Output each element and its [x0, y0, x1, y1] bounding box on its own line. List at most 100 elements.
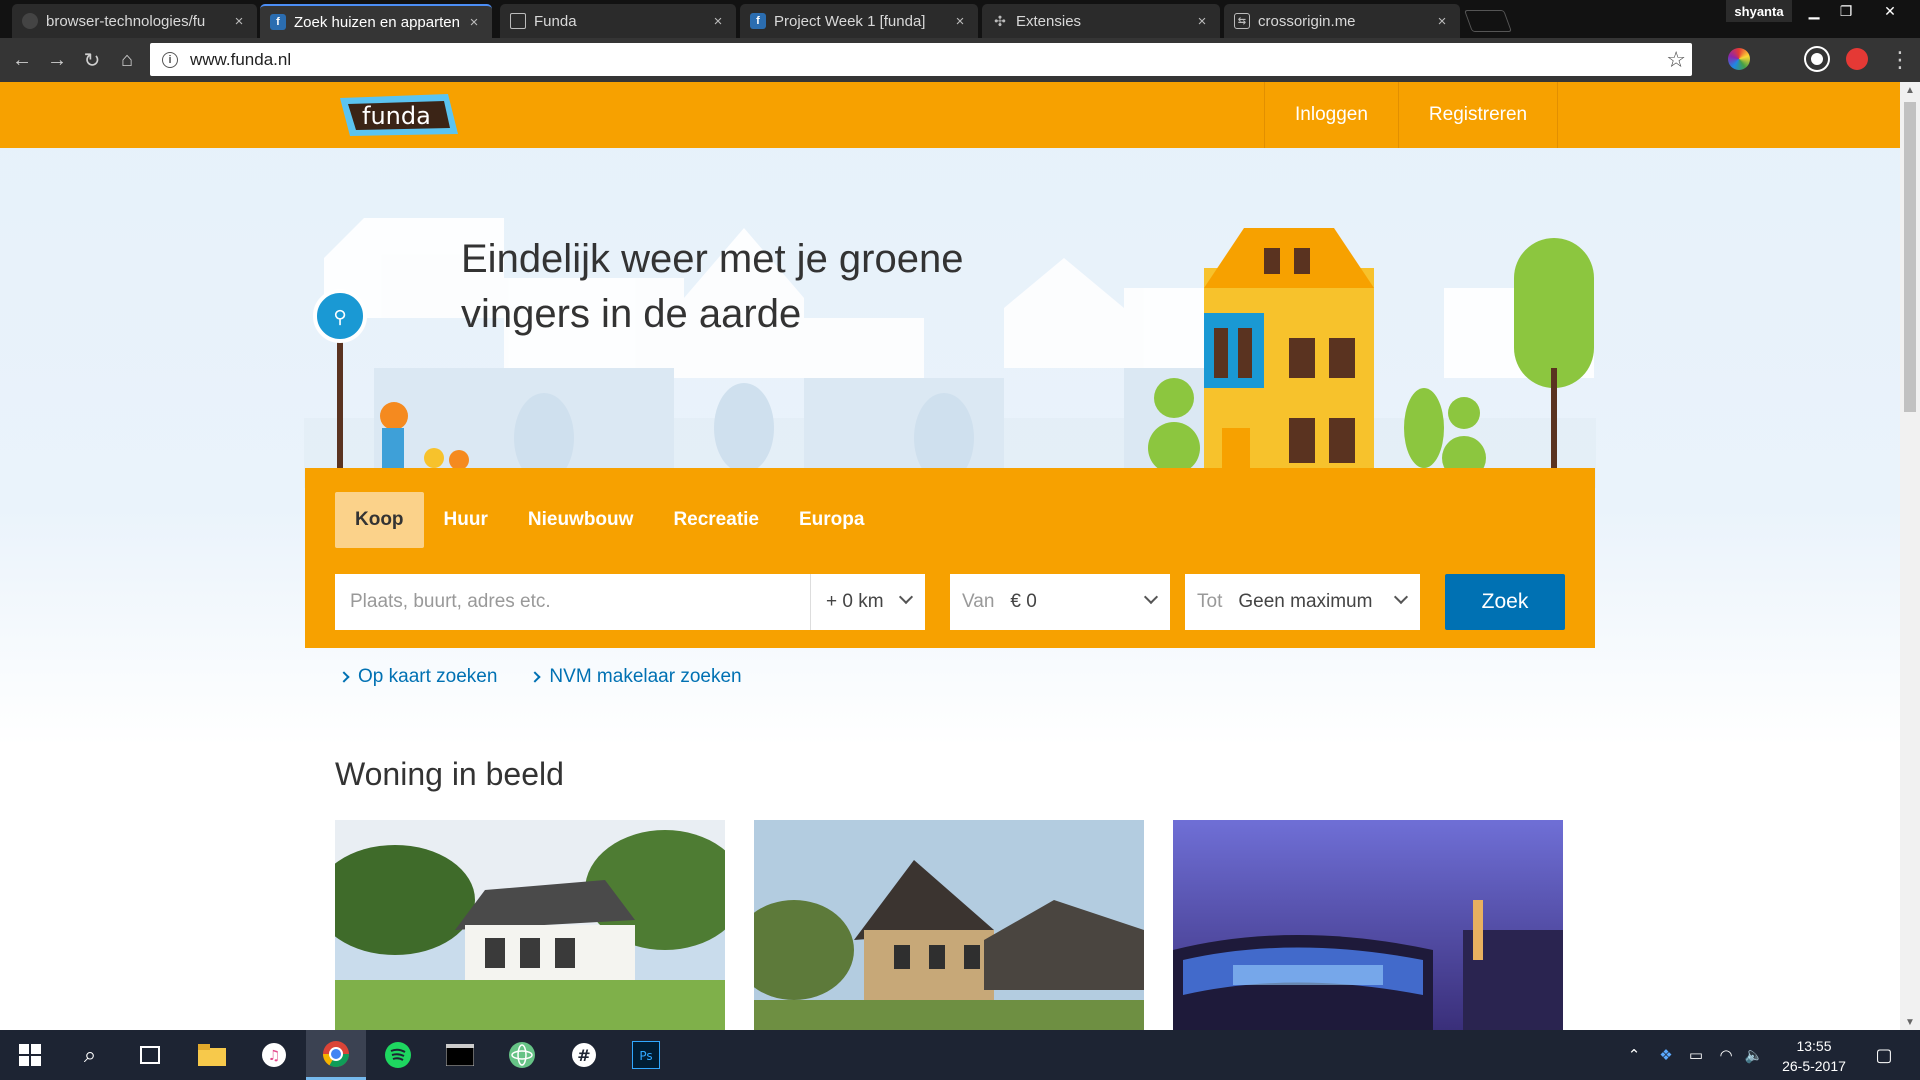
search-row: + 0 km Van € 0 Tot Geen maximum Zoek: [335, 574, 1565, 630]
browser-tab[interactable]: ⇆ crossorigin.me ×: [1224, 4, 1460, 38]
map-search-link[interactable]: Op kaart zoeken: [338, 666, 497, 688]
restore-icon[interactable]: ❐: [1832, 0, 1860, 22]
section-title: Woning in beeld: [335, 756, 564, 792]
close-icon[interactable]: ×: [466, 14, 482, 31]
tab-koop[interactable]: Koop: [335, 492, 424, 548]
svg-text:♫: ♫: [268, 1048, 281, 1064]
property-photo-card[interactable]: [335, 820, 725, 1030]
adblock-extension-icon[interactable]: [1846, 48, 1868, 70]
battery-icon[interactable]: ▭: [1682, 1030, 1710, 1080]
task-view-icon[interactable]: [120, 1030, 180, 1080]
color-picker-extension-icon[interactable]: [1728, 48, 1750, 70]
apartment-photo: [1173, 820, 1563, 1030]
wifi-icon[interactable]: ◠: [1712, 1030, 1740, 1080]
price-to-label: Tot: [1197, 591, 1223, 612]
browser-tab-strip: browser-technologies/fu × f Zoek huizen …: [0, 0, 1920, 38]
forward-arrow-icon[interactable]: →: [43, 46, 71, 74]
house-photo: [335, 820, 725, 1030]
scrollbar-thumb[interactable]: [1904, 102, 1916, 412]
windows-start-icon[interactable]: [0, 1030, 60, 1080]
browser-tab[interactable]: ✣ Extensies ×: [982, 4, 1220, 38]
minimize-icon[interactable]: ▁: [1800, 0, 1828, 22]
house-photo: [754, 820, 1144, 1030]
header-nav: Inloggen Registreren: [1264, 82, 1559, 148]
puzzle-icon: ✣: [994, 12, 1006, 29]
close-icon[interactable]: ×: [952, 13, 968, 30]
page-scrollbar[interactable]: ▲ ▼: [1900, 82, 1920, 1030]
close-icon[interactable]: ×: [1194, 13, 1210, 30]
swap-icon: ⇆: [1234, 13, 1250, 29]
browser-tab[interactable]: f Project Week 1 [funda] ×: [740, 4, 978, 38]
price-from-value: € 0: [1010, 591, 1037, 612]
price-from-select[interactable]: Van € 0: [950, 574, 1170, 630]
dropbox-icon[interactable]: ❖: [1652, 1030, 1680, 1080]
volume-icon[interactable]: 🔈: [1740, 1030, 1768, 1080]
svg-text:Ps: Ps: [639, 1049, 652, 1063]
price-to-select[interactable]: Tot Geen maximum: [1185, 574, 1420, 630]
property-photo-card[interactable]: [754, 820, 1144, 1030]
tab-europa[interactable]: Europa: [779, 492, 884, 548]
tab-recreatie[interactable]: Recreatie: [653, 492, 779, 548]
file-explorer-icon[interactable]: [182, 1030, 242, 1080]
slack-icon[interactable]: #: [554, 1030, 614, 1080]
scroll-up-arrow-icon[interactable]: ▲: [1900, 82, 1920, 98]
funda-icon: f: [750, 13, 766, 29]
location-input[interactable]: [335, 574, 810, 630]
system-clock[interactable]: 13:55 26-5-2017: [1766, 1036, 1862, 1076]
close-icon[interactable]: ×: [231, 13, 247, 30]
radius-select[interactable]: + 0 km: [810, 574, 925, 630]
svg-text:#: #: [577, 1046, 590, 1065]
register-link[interactable]: Registreren: [1399, 82, 1559, 148]
notification-icon[interactable]: ▢: [1864, 1030, 1904, 1080]
hero-title-line: vingers in de aarde: [461, 292, 802, 336]
login-link[interactable]: Inloggen: [1265, 82, 1399, 148]
tab-huur[interactable]: Huur: [424, 492, 508, 548]
close-window-icon[interactable]: ✕: [1870, 0, 1910, 22]
profile-name[interactable]: shyanta: [1726, 0, 1792, 22]
star-icon[interactable]: ☆: [1666, 47, 1686, 73]
github-icon: [22, 13, 38, 29]
close-icon[interactable]: ×: [710, 13, 726, 30]
reload-icon[interactable]: ↻: [78, 46, 106, 74]
tab-title: Extensies: [1016, 12, 1082, 30]
funda-logo[interactable]: funda: [336, 92, 460, 138]
new-tab-button[interactable]: [1463, 10, 1513, 32]
terminal-icon[interactable]: [430, 1030, 490, 1080]
chevron-up-icon[interactable]: ⌃: [1620, 1030, 1648, 1080]
spotify-icon[interactable]: [368, 1030, 428, 1080]
clock-time: 13:55: [1796, 1038, 1832, 1054]
chrome-icon[interactable]: [306, 1030, 366, 1080]
price-from-label: Van: [962, 591, 995, 612]
tab-title: Zoek huizen en apparten: [294, 13, 460, 31]
close-icon[interactable]: ×: [1434, 13, 1450, 30]
tab-nieuwbouw[interactable]: Nieuwbouw: [508, 492, 654, 548]
menu-dots-icon[interactable]: ⋮: [1886, 46, 1914, 74]
svg-text:⚲: ⚲: [333, 307, 346, 328]
browser-toolbar: ← → ↻ ⌂ i www.funda.nl ☆: [0, 38, 1920, 82]
search-button[interactable]: Zoek: [1445, 574, 1565, 630]
chevron-right-icon: [529, 671, 542, 683]
home-icon[interactable]: ⌂: [113, 46, 141, 74]
back-arrow-icon[interactable]: ←: [8, 46, 36, 74]
site-header: funda Inloggen Registreren: [0, 82, 1900, 148]
tab-title: crossorigin.me: [1258, 12, 1356, 30]
clock-date: 26-5-2017: [1782, 1058, 1846, 1074]
opera-extension-icon[interactable]: [1806, 48, 1828, 70]
browser-tab-active[interactable]: f Zoek huizen en apparten ×: [260, 4, 492, 38]
search-icon[interactable]: ⌕: [60, 1030, 120, 1080]
search-tabs: Koop Huur Nieuwbouw Recreatie Europa: [335, 492, 884, 548]
nvm-agent-link[interactable]: NVM makelaar zoeken: [529, 666, 742, 688]
property-photo-card[interactable]: [1173, 820, 1563, 1030]
price-to-value: Geen maximum: [1238, 591, 1373, 612]
itunes-icon[interactable]: ♫: [244, 1030, 304, 1080]
atom-icon[interactable]: [492, 1030, 552, 1080]
photoshop-icon[interactable]: Ps: [616, 1030, 676, 1080]
address-bar[interactable]: i www.funda.nl ☆: [150, 43, 1692, 76]
chevron-down-icon: [898, 589, 914, 605]
chevron-right-icon: [338, 671, 350, 683]
scroll-down-arrow-icon[interactable]: ▼: [1900, 1014, 1920, 1030]
browser-tab[interactable]: browser-technologies/fu ×: [12, 4, 257, 38]
search-panel: Koop Huur Nieuwbouw Recreatie Europa + 0…: [305, 468, 1595, 648]
info-icon[interactable]: i: [162, 51, 178, 68]
browser-tab[interactable]: Funda ×: [500, 4, 736, 38]
